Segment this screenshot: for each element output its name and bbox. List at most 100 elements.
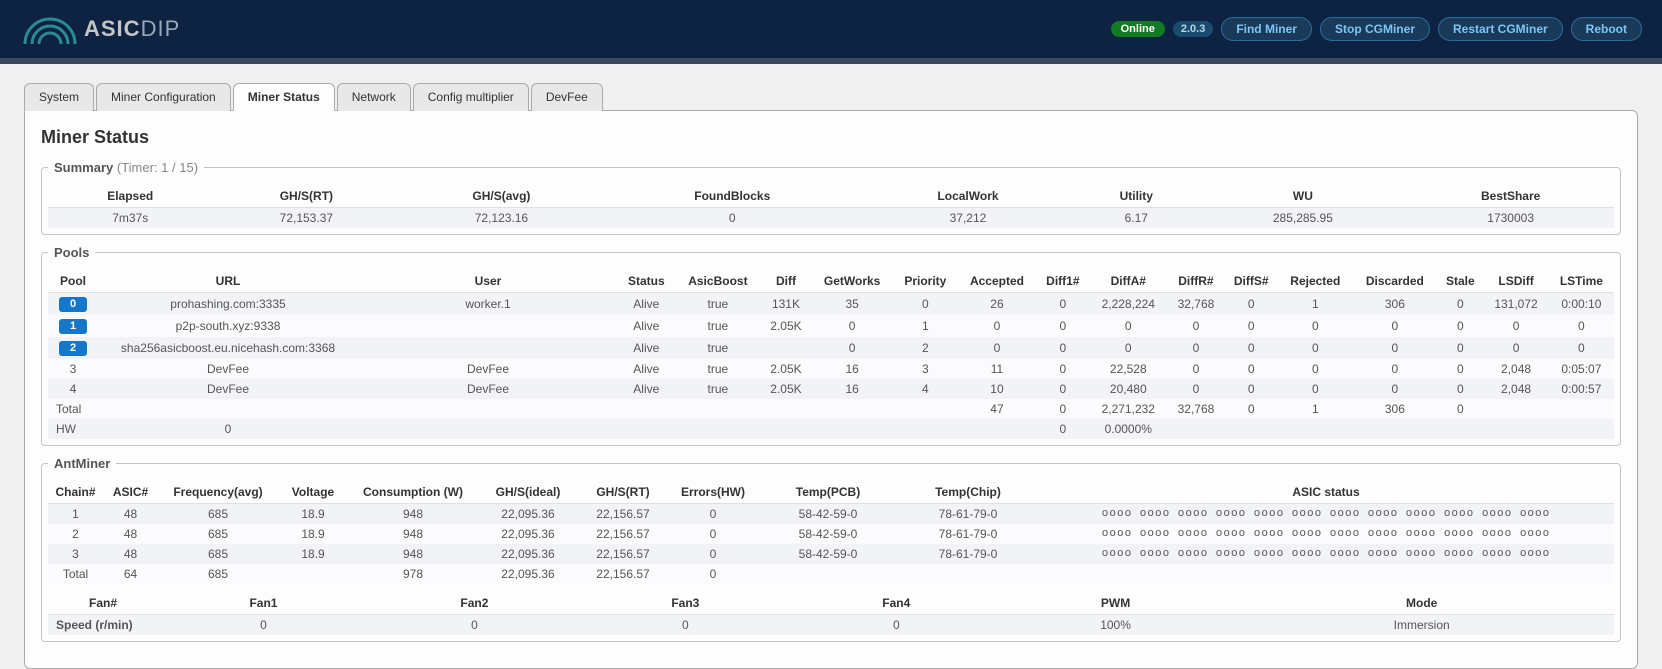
td-status: Alive: [618, 293, 675, 316]
td-total-label: Total: [48, 399, 98, 419]
th-lstime: LSTime: [1549, 270, 1614, 293]
td-pool-idx: 3: [48, 359, 98, 379]
td-discarded: 306: [1352, 293, 1437, 316]
td-diffa: 2,228,224: [1089, 293, 1168, 316]
td-lsdiff: 0: [1483, 337, 1548, 359]
header-actions: Online 2.0.3 Find Miner Stop CGMiner Res…: [1111, 17, 1642, 41]
td-getworks: 16: [811, 359, 894, 379]
td-lstime: 0:00:10: [1549, 293, 1614, 316]
th-asicboost: AsicBoost: [675, 270, 762, 293]
th-lsdiff: LSDiff: [1483, 270, 1548, 293]
td-found: 0: [603, 208, 862, 229]
td-hw-label: HW: [48, 419, 98, 439]
th-cons: Consumption (W): [348, 481, 478, 504]
pool-row: 0prohashing.com:3335worker.1Alivetrue131…: [48, 293, 1614, 316]
th-status: Status: [618, 270, 675, 293]
td-status: Alive: [618, 359, 675, 379]
td-lstime: 0: [1549, 337, 1614, 359]
tab-devfee[interactable]: DevFee: [531, 83, 603, 111]
td-diffa: 20,480: [1089, 379, 1168, 399]
th-freq: Frequency(avg): [158, 481, 278, 504]
th-chip: Temp(Chip): [898, 481, 1038, 504]
stop-cgminer-button[interactable]: Stop CGMiner: [1320, 17, 1430, 41]
td-user: DevFee: [358, 379, 618, 399]
td-status: Alive: [618, 315, 675, 337]
tab-miner-config[interactable]: Miner Configuration: [96, 83, 231, 111]
restart-cgminer-button[interactable]: Restart CGMiner: [1438, 17, 1563, 41]
th-priority: Priority: [894, 270, 958, 293]
td-getworks: 0: [811, 315, 894, 337]
td-pool-idx: 1: [48, 315, 98, 337]
td-lstime: 0:00:57: [1549, 379, 1614, 399]
td-url: sha256asicboost.eu.nicehash.com:3368: [98, 337, 358, 359]
td-fan1: 0: [158, 615, 369, 636]
pool-total-row: Total4702,271,23232,768013060: [48, 399, 1614, 419]
summary-table: Elapsed GH/S(RT) GH/S(avg) FoundBlocks L…: [48, 185, 1614, 228]
td-priority: 3: [894, 359, 958, 379]
td-lstime: 0: [1549, 315, 1614, 337]
td-diff: 131K: [761, 293, 811, 316]
pool-index-badge: 2: [59, 341, 87, 356]
td-status: Alive: [618, 337, 675, 359]
td-ghs-avg: 72,123.16: [400, 208, 602, 229]
find-miner-button[interactable]: Find Miner: [1221, 17, 1312, 41]
th-utility: Utility: [1074, 185, 1198, 208]
td-diff1: 0: [1037, 337, 1089, 359]
chain-row: 34868518.994822,095.3622,156.57058-42-59…: [48, 544, 1614, 564]
tab-system[interactable]: System: [24, 83, 94, 111]
th-mode: Mode: [1229, 592, 1614, 615]
th-diffr: DiffR#: [1168, 270, 1225, 293]
td-priority: 2: [894, 337, 958, 359]
td-diff: 2.05K: [761, 359, 811, 379]
pools-table: Pool URL User Status AsicBoost Diff GetW…: [48, 270, 1614, 439]
pools-legend: Pools: [48, 245, 95, 260]
td-asicboost: true: [675, 337, 762, 359]
th-fan-num: Fan#: [48, 592, 158, 615]
version-badge: 2.0.3: [1173, 21, 1213, 37]
td-diffa: 22,528: [1089, 359, 1168, 379]
td-diffr: 0: [1168, 359, 1225, 379]
td-accepted: 10: [957, 379, 1037, 399]
td-discarded: 0: [1352, 359, 1437, 379]
logo-text: ASICDIP: [84, 16, 180, 42]
th-fan3: Fan3: [580, 592, 791, 615]
th-url: URL: [98, 270, 358, 293]
td-stale: 0: [1437, 359, 1483, 379]
td-fan3: 0: [580, 615, 791, 636]
tab-config-multiplier[interactable]: Config multiplier: [413, 83, 529, 111]
fan-row: Speed (r/min) 0 0 0 0 100% Immersion: [48, 615, 1614, 636]
td-user: [358, 337, 618, 359]
td-diff: 2.05K: [761, 315, 811, 337]
td-best: 1730003: [1407, 208, 1614, 229]
th-ghs-rt: GH/S(RT): [212, 185, 400, 208]
asic-status: oooo oooo oooo oooo oooo oooo oooo oooo …: [1038, 544, 1614, 564]
td-stale: 0: [1437, 293, 1483, 316]
td-diff1: 0: [1037, 359, 1089, 379]
antminer-legend: AntMiner: [48, 456, 116, 471]
td-lsdiff: 131,072: [1483, 293, 1548, 316]
td-local: 37,212: [862, 208, 1074, 229]
td-diff1: 0: [1037, 315, 1089, 337]
antminer-panel: AntMiner Chain# ASIC# Frequency(avg) Vol…: [41, 456, 1621, 642]
th-volt: Voltage: [278, 481, 348, 504]
th-diffa: DiffA#: [1089, 270, 1168, 293]
td-diffr: 0: [1168, 337, 1225, 359]
td-diffs: 0: [1224, 379, 1278, 399]
tab-network[interactable]: Network: [337, 83, 411, 111]
td-stale: 0: [1437, 315, 1483, 337]
th-asic: ASIC#: [103, 481, 158, 504]
td-url: DevFee: [98, 379, 358, 399]
pool-hw-row: HW000.0000%: [48, 419, 1614, 439]
tab-miner-status[interactable]: Miner Status: [233, 83, 335, 111]
reboot-button[interactable]: Reboot: [1571, 17, 1642, 41]
fan-table: Fan# Fan1 Fan2 Fan3 Fan4 PWM Mode Speed …: [48, 592, 1614, 635]
th-pcb: Temp(PCB): [758, 481, 898, 504]
th-wu: WU: [1198, 185, 1407, 208]
td-diffr: 0: [1168, 379, 1225, 399]
pool-index-badge: 0: [59, 297, 87, 312]
th-fan4: Fan4: [791, 592, 1002, 615]
summary-row: 7m37s 72,153.37 72,123.16 0 37,212 6.17 …: [48, 208, 1614, 229]
th-pwm: PWM: [1002, 592, 1230, 615]
th-rt: GH/S(RT): [578, 481, 668, 504]
td-diff: 2.05K: [761, 379, 811, 399]
